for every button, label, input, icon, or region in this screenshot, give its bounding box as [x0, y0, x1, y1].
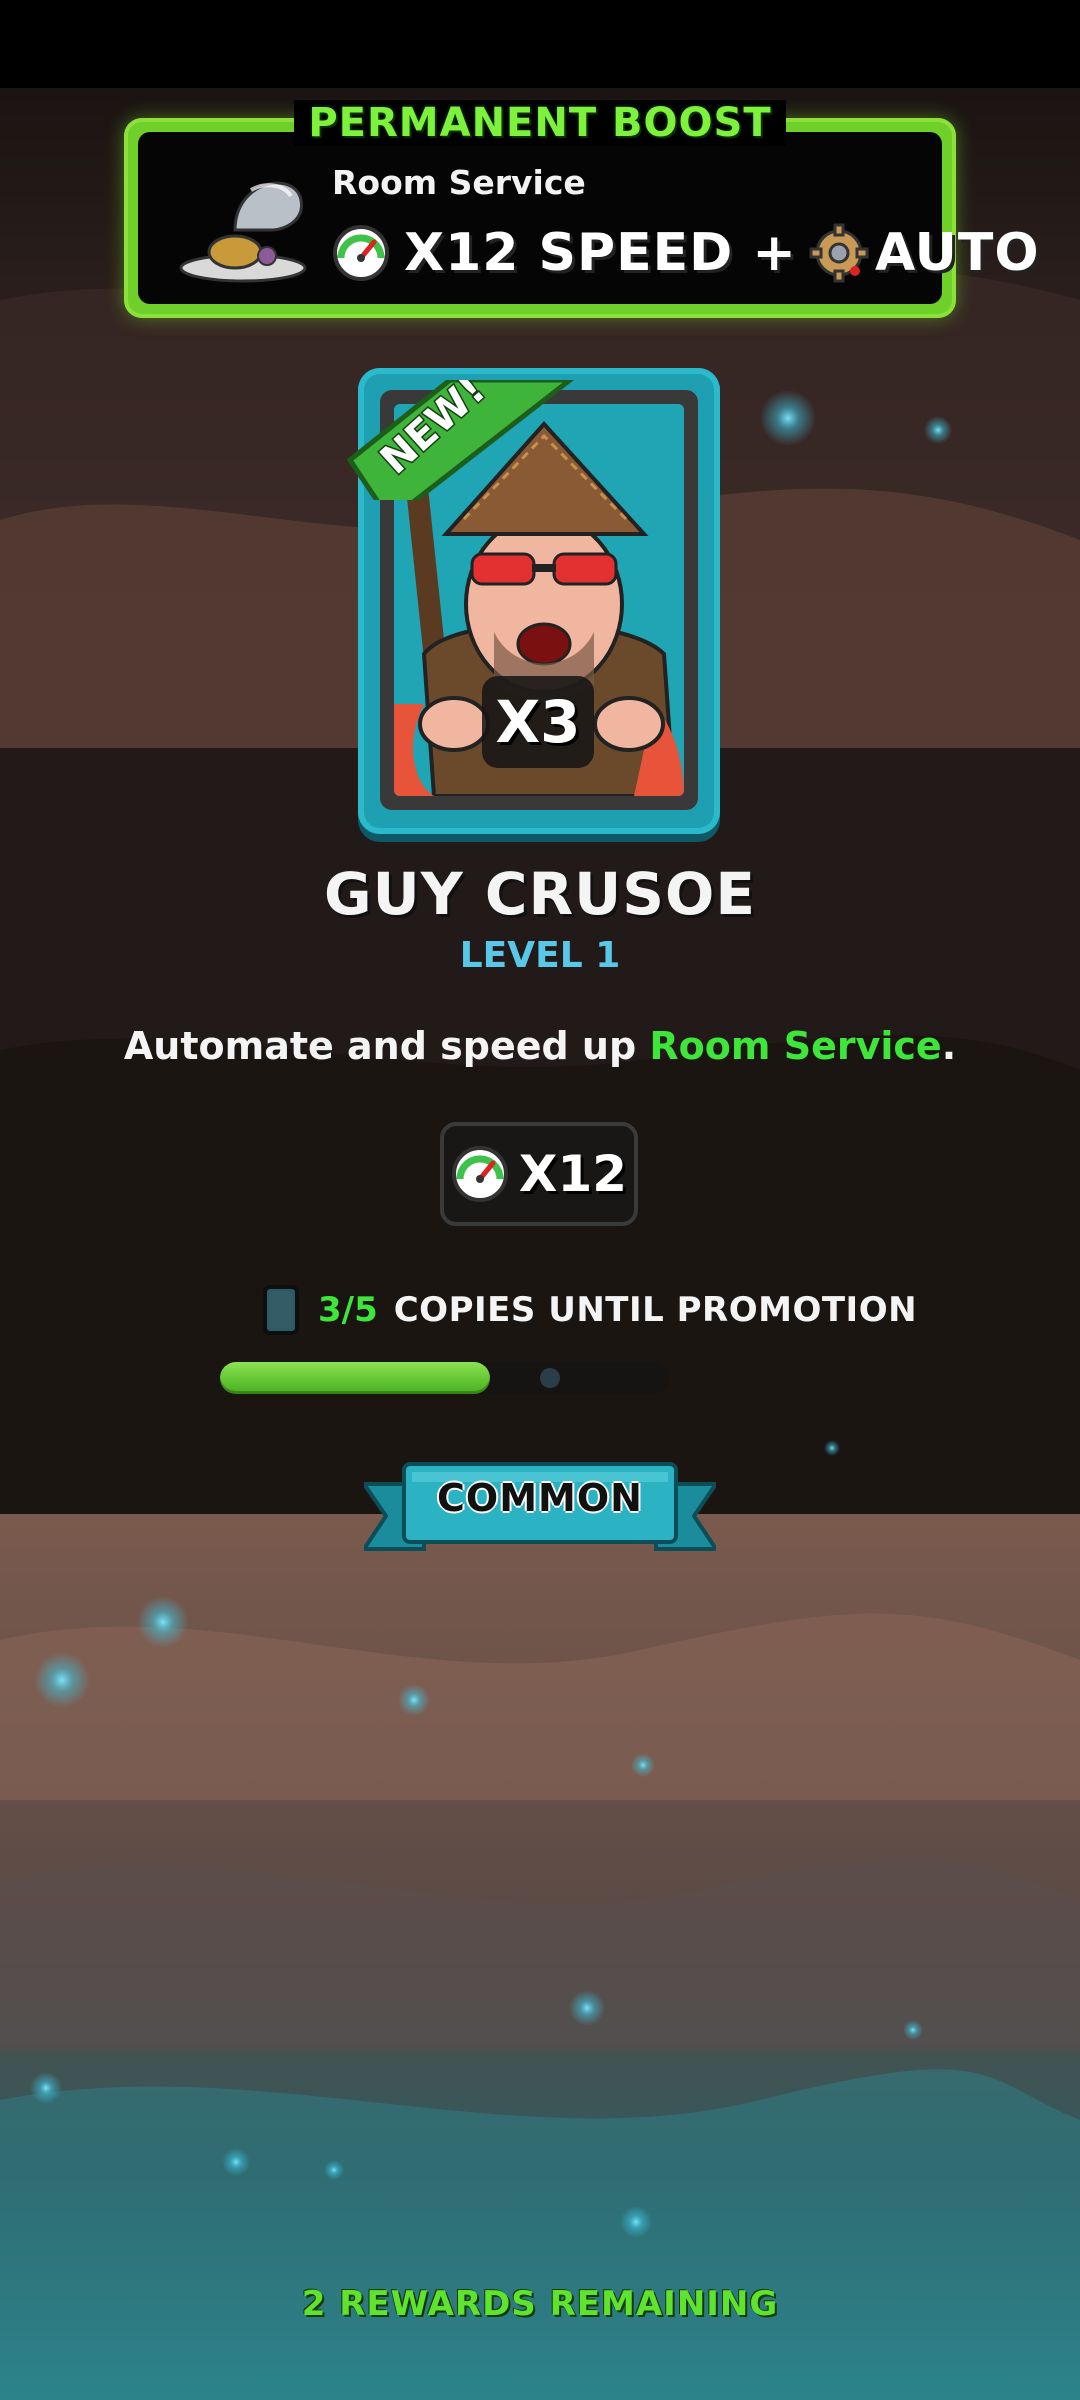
boost-effect-line: X12 SPEED + AUTO — [332, 218, 1040, 288]
boost-title-text: PERMANENT BOOST — [294, 100, 786, 146]
speed-value: X12 — [518, 1145, 628, 1203]
boost-auto-label: AUTO — [875, 223, 1040, 283]
new-badge-ribbon: NEW! — [346, 380, 575, 500]
description-suffix: . — [941, 1024, 957, 1068]
promotion-status: 3/5 COPIES UNTIL PROMOTION — [262, 1282, 917, 1338]
progress-marker — [540, 1368, 560, 1388]
boost-title: PERMANENT BOOST — [0, 100, 1080, 156]
rewards-remaining-label[interactable]: 2 REWARDS REMAINING — [0, 2284, 1080, 2324]
rarity-label: COMMON — [437, 1476, 643, 1520]
gear-auto-icon — [809, 223, 869, 283]
promotion-progress-bar — [220, 1362, 670, 1394]
boost-multiplier: X12 SPEED + — [404, 223, 798, 283]
ability-description: Automate and speed up Room Service. — [0, 1024, 1080, 1068]
description-highlight: Room Service — [649, 1024, 942, 1068]
character-name: GUY CRUSOE — [324, 860, 756, 928]
progress-fill — [220, 1362, 490, 1394]
speedometer-icon — [333, 225, 389, 281]
card-copies-badge: X3 — [482, 676, 594, 768]
boost-room-name: Room Service — [332, 163, 586, 202]
copies-label: COPIES UNTIL PROMOTION — [393, 1290, 918, 1330]
speed-stat-box: X12 — [440, 1122, 638, 1226]
speedometer-icon — [451, 1146, 508, 1202]
description-prefix: Automate and speed up — [123, 1024, 650, 1068]
room-service-dish-icon — [179, 181, 307, 283]
copies-count: 3/5 — [318, 1290, 378, 1330]
character-level: LEVEL 1 — [459, 935, 621, 976]
card-icon — [263, 1285, 299, 1335]
